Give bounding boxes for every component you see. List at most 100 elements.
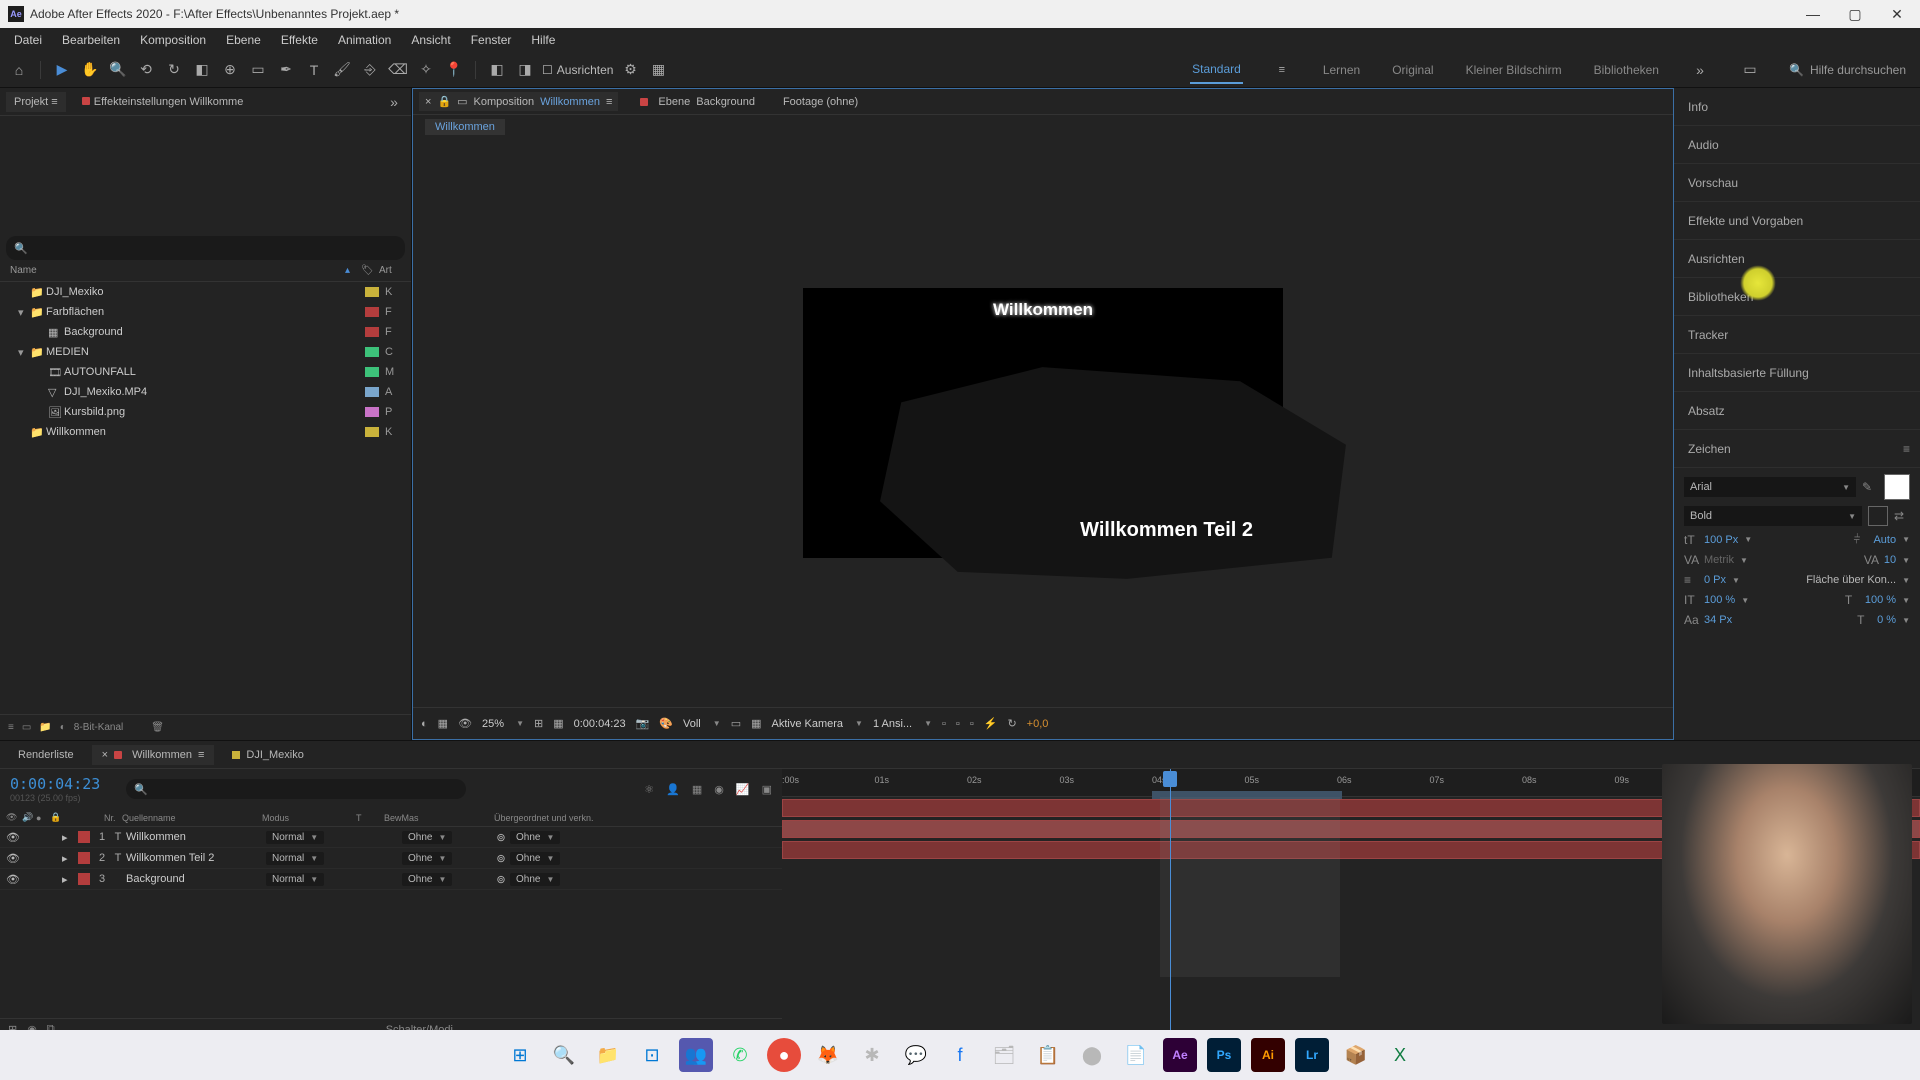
- project-item[interactable]: 🎞AUTOUNFALLM: [0, 362, 411, 382]
- timeline-layer-row[interactable]: 👁 ▸ 2 T Willkommen Teil 2 Normal ▼ Ohne …: [0, 848, 782, 869]
- panel-effekte-vorgaben[interactable]: Effekte und Vorgaben: [1674, 202, 1920, 240]
- help-search[interactable]: 🔍 Hilfe durchsuchen: [1783, 63, 1912, 77]
- panel-absatz[interactable]: Absatz: [1674, 392, 1920, 430]
- timeline-layer-row[interactable]: 👁 ▸ 3 Background Normal ▼ Ohne ▼ ⊚ Ohne …: [0, 869, 782, 890]
- font-family-dropdown[interactable]: Arial▼: [1684, 477, 1856, 497]
- camera-dropdown[interactable]: Aktive Kamera: [772, 718, 844, 730]
- alpha-icon[interactable]: ◐: [421, 718, 428, 730]
- snapshot-icon[interactable]: 📷: [636, 717, 650, 730]
- stroke-color-swatch[interactable]: [1868, 506, 1888, 526]
- selection-tool-icon[interactable]: ▶: [51, 59, 73, 81]
- project-item[interactable]: ▦BackgroundF: [0, 322, 411, 342]
- panel-overflow-icon[interactable]: »: [383, 91, 405, 113]
- project-item[interactable]: ▾📁MEDIENC: [0, 342, 411, 362]
- panel-bibliotheken[interactable]: Bibliotheken: [1674, 278, 1920, 316]
- files-icon[interactable]: 🗂: [987, 1038, 1021, 1072]
- search-taskbar-icon[interactable]: 🔍: [547, 1038, 581, 1072]
- illustrator-icon[interactable]: Ai: [1251, 1038, 1285, 1072]
- snap-grid-icon[interactable]: ▦: [647, 59, 669, 81]
- panel-ausrichten[interactable]: Ausrichten: [1674, 240, 1920, 278]
- brush-tool-icon[interactable]: 🖌: [331, 59, 353, 81]
- puppet-tool-icon[interactable]: 📍: [443, 59, 465, 81]
- playhead[interactable]: [1170, 769, 1171, 1040]
- res-icon[interactable]: ⊞: [534, 717, 543, 730]
- taskview-icon[interactable]: ⊡: [635, 1038, 669, 1072]
- timeline-layer-row[interactable]: 👁 ▸ 1 T Willkommen Normal ▼ Ohne ▼ ⊚ Ohn…: [0, 827, 782, 848]
- project-search[interactable]: 🔍: [6, 236, 405, 260]
- obs-icon[interactable]: ⬤: [1075, 1038, 1109, 1072]
- color-mgmt-icon[interactable]: 🎨: [659, 717, 673, 730]
- after-effects-icon[interactable]: Ae: [1163, 1038, 1197, 1072]
- workspace-bibliotheken[interactable]: Bibliotheken: [1592, 57, 1661, 83]
- tab-project[interactable]: Projekt ≡: [6, 92, 66, 112]
- kerning-value[interactable]: Metrik: [1704, 554, 1734, 566]
- tab-timeline-dji[interactable]: DJI_Mexiko: [222, 745, 313, 765]
- snap-checkbox[interactable]: ☐Ausrichten: [542, 63, 613, 77]
- panel-zeichen-header[interactable]: Zeichen ≡: [1674, 430, 1920, 468]
- tab-layer[interactable]: Ebene Background: [634, 93, 761, 111]
- roto-tool-icon[interactable]: ✧: [415, 59, 437, 81]
- anchor-tool-icon[interactable]: ⊕: [219, 59, 241, 81]
- col-name[interactable]: Name: [10, 265, 345, 276]
- menu-bearbeiten[interactable]: Bearbeiten: [52, 29, 130, 51]
- tab-renderliste[interactable]: Renderliste: [8, 745, 84, 765]
- menu-fenster[interactable]: Fenster: [461, 29, 522, 51]
- project-item[interactable]: ▾📁FarbflächenF: [0, 302, 411, 322]
- workspace-standard[interactable]: Standard: [1190, 56, 1243, 84]
- frame-blend-icon[interactable]: ▦: [692, 783, 702, 796]
- tsume-value[interactable]: 0 %: [1877, 614, 1896, 626]
- eraser-tool-icon[interactable]: ⌫: [387, 59, 409, 81]
- project-item[interactable]: 🖼Kursbild.pngP: [0, 402, 411, 422]
- sort-arrow-icon[interactable]: ▴: [345, 265, 361, 276]
- tab-timeline-willkommen[interactable]: ×Willkommen ≡: [92, 745, 215, 765]
- workspace-overflow-icon[interactable]: »: [1689, 59, 1711, 81]
- stroke-swatch-icon[interactable]: ◨: [514, 59, 536, 81]
- workspace-reset-icon[interactable]: ▭: [1739, 59, 1761, 81]
- orbit-tool-icon[interactable]: ⟲: [135, 59, 157, 81]
- workspace-menu-icon[interactable]: ≡: [1271, 59, 1293, 81]
- project-item[interactable]: 📁DJI_MexikoK: [0, 282, 411, 302]
- graph-icon[interactable]: 📈: [736, 783, 750, 796]
- comp-timecode[interactable]: 0:00:04:23: [574, 718, 626, 730]
- app-red-icon[interactable]: ●: [767, 1038, 801, 1072]
- menu-datei[interactable]: Datei: [4, 29, 52, 51]
- panel-vorschau[interactable]: Vorschau: [1674, 164, 1920, 202]
- text-tool-icon[interactable]: T: [303, 59, 325, 81]
- mask-icon[interactable]: ▦: [438, 717, 448, 730]
- snap-options-icon[interactable]: ⚙: [619, 59, 641, 81]
- col-art[interactable]: Art: [379, 265, 401, 276]
- tab-footage[interactable]: Footage (ohne): [777, 93, 864, 111]
- stamp-tool-icon[interactable]: ⎆: [359, 59, 381, 81]
- rotate-tool-icon[interactable]: ↻: [163, 59, 185, 81]
- trash-icon[interactable]: 🗑: [151, 722, 164, 733]
- stroke-mode-dropdown[interactable]: Fläche über Kon...: [1806, 574, 1896, 586]
- transparency-icon[interactable]: ▦: [751, 717, 761, 730]
- zoom-tool-icon[interactable]: 🔍: [107, 59, 129, 81]
- notes-icon[interactable]: 📋: [1031, 1038, 1065, 1072]
- workspace-original[interactable]: Original: [1390, 57, 1435, 83]
- app-paper-icon[interactable]: 📄: [1119, 1038, 1153, 1072]
- timeline-search[interactable]: 🔍: [126, 779, 466, 799]
- shape-tool-icon[interactable]: ▭: [247, 59, 269, 81]
- resolution-dropdown[interactable]: Voll: [683, 718, 701, 730]
- fast-preview-icon[interactable]: ⚡: [984, 717, 998, 730]
- camera-tool-icon[interactable]: ◧: [191, 59, 213, 81]
- menu-komposition[interactable]: Komposition: [130, 29, 216, 51]
- stroke-width-value[interactable]: 0 Px: [1704, 574, 1726, 586]
- eyedropper-icon[interactable]: ✎: [1862, 480, 1878, 494]
- view2-icon[interactable]: ▫: [956, 718, 960, 730]
- leading-value[interactable]: Auto: [1873, 534, 1896, 546]
- visibility-toggle[interactable]: 👁: [6, 831, 20, 844]
- home-icon[interactable]: ⌂: [8, 59, 30, 81]
- fill-swatch-icon[interactable]: ◧: [486, 59, 508, 81]
- explorer-icon[interactable]: 📁: [591, 1038, 625, 1072]
- comp-breadcrumb[interactable]: Willkommen: [413, 115, 1673, 139]
- messenger-icon[interactable]: 💬: [899, 1038, 933, 1072]
- project-item[interactable]: ▽DJI_Mexiko.MP4A: [0, 382, 411, 402]
- lightroom-icon[interactable]: Lr: [1295, 1038, 1329, 1072]
- hscale-value[interactable]: 100 %: [1865, 594, 1896, 606]
- new-comp-icon[interactable]: ▭: [22, 722, 31, 733]
- fill-color-swatch[interactable]: [1884, 474, 1910, 500]
- project-item[interactable]: 📁WillkommenK: [0, 422, 411, 442]
- firefox-icon[interactable]: 🦊: [811, 1038, 845, 1072]
